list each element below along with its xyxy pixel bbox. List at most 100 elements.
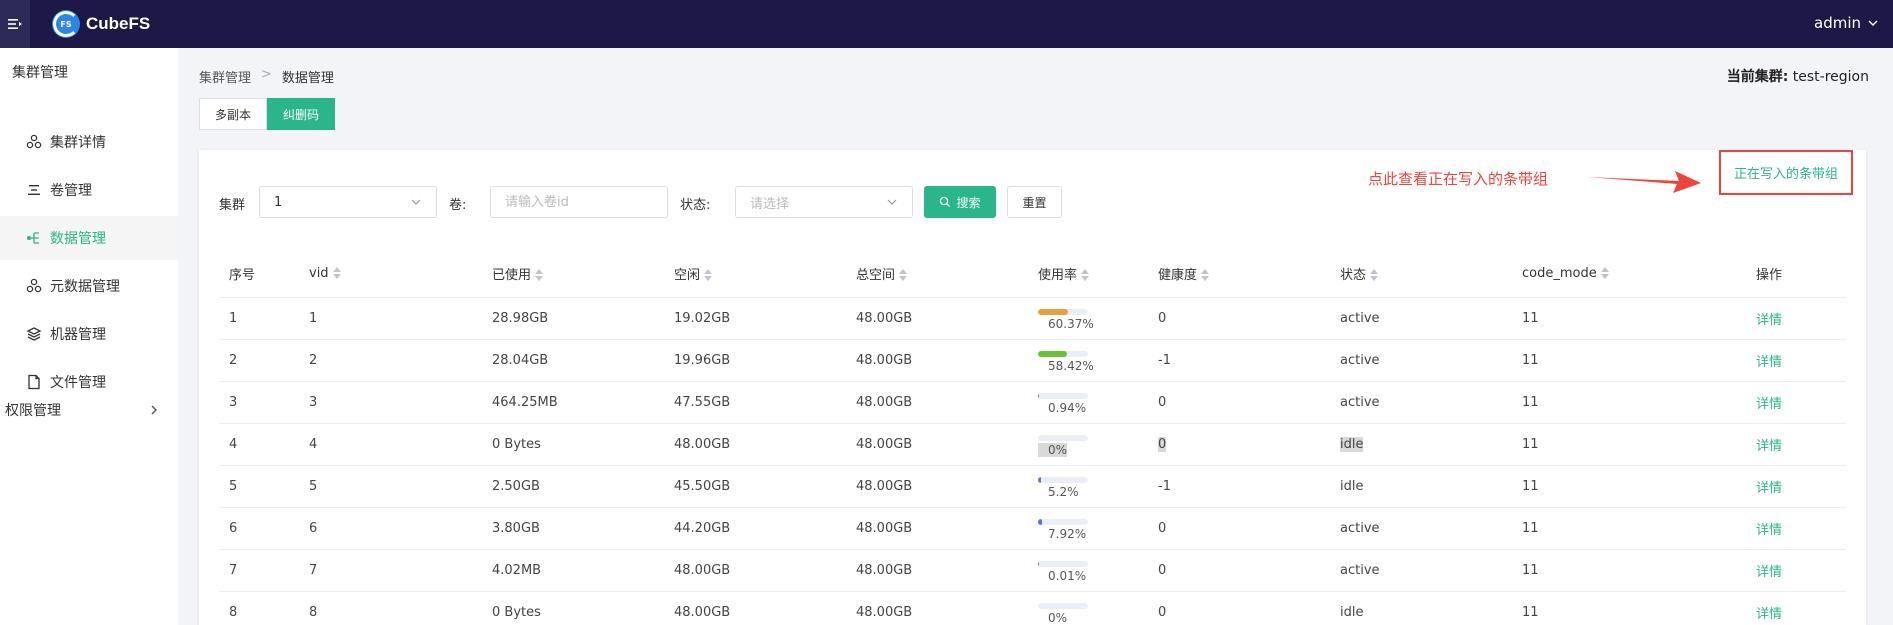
usage-bar xyxy=(1038,351,1088,357)
cell-used: 3.80GB xyxy=(482,507,664,550)
cluster-select-value: 1 xyxy=(274,194,283,210)
menu-toggle-button[interactable] xyxy=(0,0,30,48)
cubefs-logo-icon: FS xyxy=(52,10,80,38)
column-header: 操作 xyxy=(1746,250,1846,298)
cell-usage: 58.42% xyxy=(1028,339,1148,382)
detail-link[interactable]: 详情 xyxy=(1746,465,1846,508)
usage-progress: 58.42% xyxy=(1038,347,1148,373)
column-header[interactable]: 健康度 xyxy=(1148,250,1330,298)
cell-status: active xyxy=(1330,507,1512,550)
sidebar-item-cluster-detail[interactable]: 集群详情 xyxy=(0,120,178,164)
detail-link-text[interactable]: 详情 xyxy=(1756,355,1782,370)
detail-link[interactable]: 详情 xyxy=(1746,297,1846,340)
volume-id-input[interactable] xyxy=(490,186,668,218)
sort-icon[interactable] xyxy=(899,269,908,282)
sidebar-item-machine[interactable]: 机器管理 xyxy=(0,312,178,356)
table-row: 7 7 4.02MB 48.00GB 48.00GB 0.01% 0 active 11 详情 xyxy=(219,549,1846,592)
usage-bar xyxy=(1038,435,1088,441)
sort-icon[interactable] xyxy=(1600,267,1609,280)
cell-free-text: 48.00GB xyxy=(674,436,731,452)
cell-code-mode-text: 11 xyxy=(1522,520,1539,536)
sidebar-item-label: 卷管理 xyxy=(50,183,92,199)
detail-link[interactable]: 详情 xyxy=(1746,549,1846,592)
cell-usage: 0% xyxy=(1028,423,1148,466)
column-header[interactable]: 状态 xyxy=(1330,250,1512,298)
usage-percent: 58.42% xyxy=(1048,359,1094,373)
usage-bar-fill xyxy=(1038,477,1041,483)
cell-free-text: 19.02GB xyxy=(674,310,731,326)
sort-icon[interactable] xyxy=(704,269,713,282)
sort-icon[interactable] xyxy=(1370,269,1379,282)
cell-code-mode: 11 xyxy=(1512,549,1746,592)
cell-vid: 5 xyxy=(299,465,482,508)
cell-health-text: 0 xyxy=(1158,310,1167,326)
sidebar-group-permission[interactable]: 权限管理 xyxy=(0,390,178,430)
cluster-select[interactable]: 1 xyxy=(259,186,437,218)
cell-status-text: active xyxy=(1340,562,1380,578)
cell-index: 5 xyxy=(219,465,299,508)
detail-link-text[interactable]: 详情 xyxy=(1756,481,1782,496)
cell-used: 0 Bytes xyxy=(482,423,664,466)
tab-replica[interactable]: 多副本 xyxy=(199,98,268,130)
cell-vid-text: 1 xyxy=(309,310,318,326)
cell-code-mode: 11 xyxy=(1512,423,1746,466)
annotation-arrow xyxy=(1587,171,1701,193)
status-select[interactable]: 请选择 xyxy=(735,186,913,218)
sidebar-group-cluster[interactable]: 集群管理 xyxy=(12,62,68,82)
sidebar-item-data[interactable]: 数据管理 xyxy=(0,216,178,260)
sidebar-item-metadata[interactable]: 元数据管理 xyxy=(0,264,178,308)
cell-health: 0 xyxy=(1148,381,1330,424)
detail-link-text[interactable]: 详情 xyxy=(1756,607,1782,622)
cell-code-mode: 11 xyxy=(1512,507,1746,550)
detail-link-text[interactable]: 详情 xyxy=(1756,523,1782,538)
brand-logo[interactable]: FS CubeFS xyxy=(52,10,150,38)
user-menu[interactable]: admin xyxy=(1814,14,1879,32)
detail-link[interactable]: 详情 xyxy=(1746,381,1846,424)
sort-icon[interactable] xyxy=(1081,269,1090,282)
detail-link[interactable]: 详情 xyxy=(1746,507,1846,550)
column-header[interactable]: 空闲 xyxy=(664,250,846,298)
detail-link-text[interactable]: 详情 xyxy=(1756,565,1782,580)
cell-vid-text: 7 xyxy=(309,562,318,578)
cell-free: 45.50GB xyxy=(664,465,846,508)
chevron-down-icon xyxy=(1868,20,1878,26)
cell-free: 48.00GB xyxy=(664,549,846,592)
cell-index-text: 8 xyxy=(229,604,238,620)
cell-used: 464.25MB xyxy=(482,381,664,424)
column-header[interactable]: 总空间 xyxy=(846,250,1028,298)
cell-total-text: 48.00GB xyxy=(856,604,913,620)
status-select-placeholder: 请选择 xyxy=(750,196,790,212)
cell-used-text: 0 Bytes xyxy=(492,436,541,452)
column-header[interactable]: code_mode xyxy=(1512,250,1746,298)
cell-total: 48.00GB xyxy=(846,591,1028,625)
search-button[interactable]: 搜索 xyxy=(924,186,996,218)
cell-free: 44.20GB xyxy=(664,507,846,550)
usage-bar xyxy=(1038,393,1088,399)
cell-free-text: 47.55GB xyxy=(674,394,731,410)
tab-erasure-code[interactable]: 纠删码 xyxy=(267,98,336,130)
cell-code-mode: 11 xyxy=(1512,591,1746,625)
sort-icon[interactable] xyxy=(332,267,341,280)
cell-health: -1 xyxy=(1148,339,1330,382)
detail-link[interactable]: 详情 xyxy=(1746,591,1846,625)
sidebar-item-volume[interactable]: 卷管理 xyxy=(0,168,178,212)
detail-link-text[interactable]: 详情 xyxy=(1756,397,1782,412)
detail-link[interactable]: 详情 xyxy=(1746,423,1846,466)
sort-icon[interactable] xyxy=(535,269,544,282)
usage-bar-fill xyxy=(1038,351,1068,357)
sidebar-item-label: 机器管理 xyxy=(50,327,106,343)
breadcrumb-parent[interactable]: 集群管理 xyxy=(199,67,251,86)
column-header[interactable]: 已使用 xyxy=(482,250,664,298)
column-header: 序号 xyxy=(219,250,299,298)
detail-link[interactable]: 详情 xyxy=(1746,339,1846,382)
column-header[interactable]: 使用率 xyxy=(1028,250,1148,298)
column-header[interactable]: vid xyxy=(299,250,482,298)
cell-health: 0 xyxy=(1148,507,1330,550)
detail-link-text[interactable]: 详情 xyxy=(1756,439,1782,454)
usage-bar-fill xyxy=(1038,393,1039,399)
reset-button[interactable]: 重置 xyxy=(1007,186,1062,218)
writing-stripe-group-link[interactable]: 正在写入的条带组 xyxy=(1719,150,1853,195)
detail-link-text[interactable]: 详情 xyxy=(1756,313,1782,328)
sort-icon[interactable] xyxy=(1201,269,1210,282)
usage-bar-fill xyxy=(1038,309,1069,315)
